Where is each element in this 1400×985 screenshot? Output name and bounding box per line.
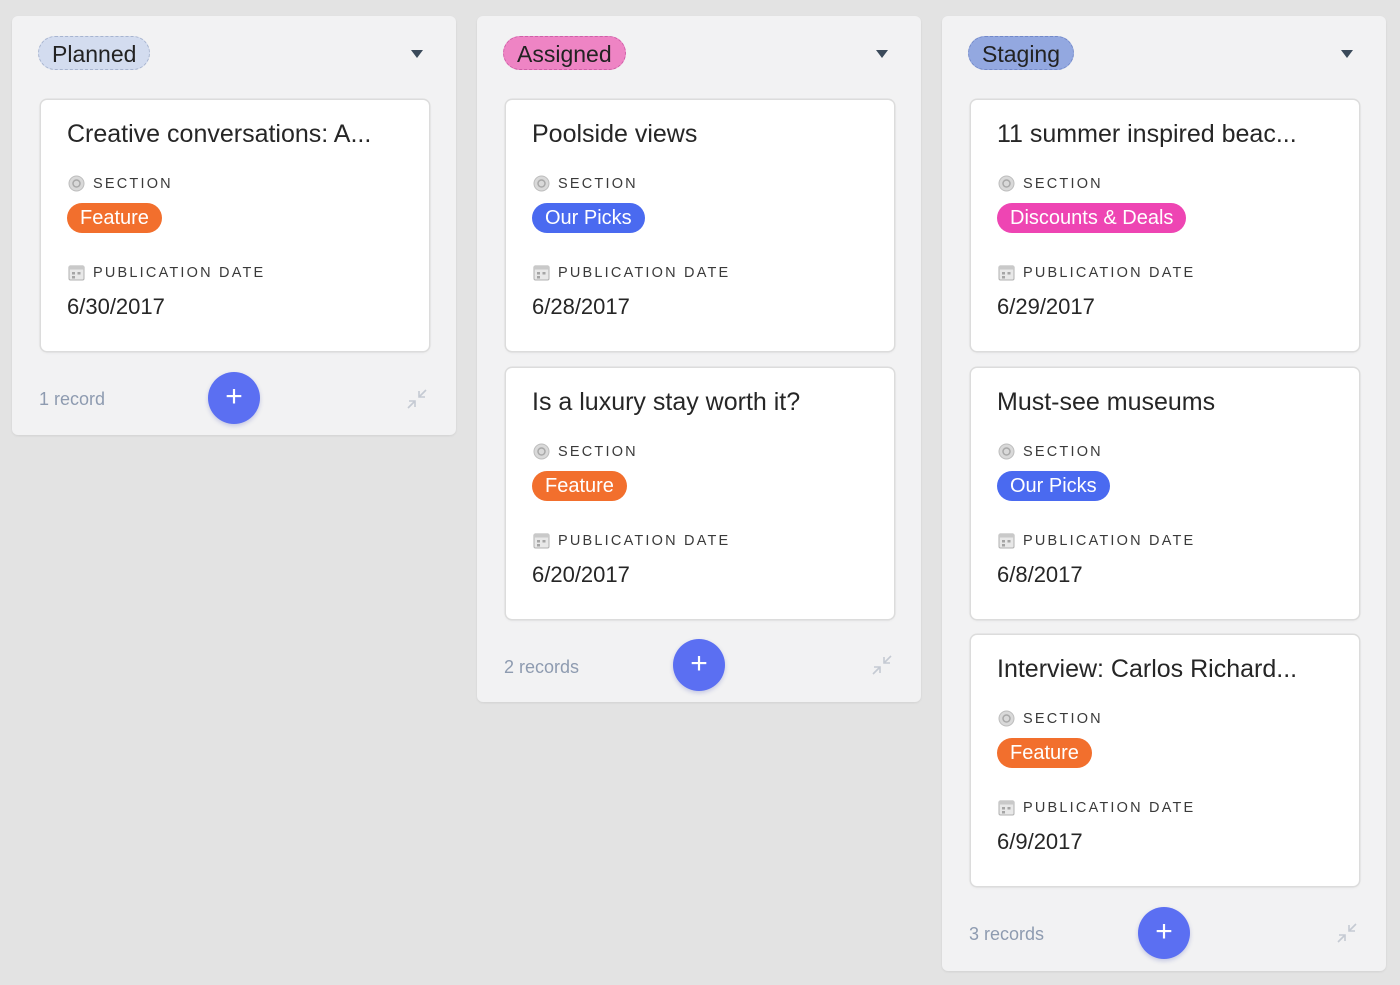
section-field-icon [998,443,1015,460]
section-label: SECTION [1023,711,1103,727]
publication-date-label: PUBLICATION DATE [1023,265,1196,281]
section-label: SECTION [1023,444,1103,460]
calendar-icon [998,800,1015,816]
record-card[interactable]: Is a luxury stay worth it? SECTION Featu… [506,368,894,619]
section-field-icon [998,710,1015,727]
add-record-button[interactable]: + [208,372,260,424]
section-tag: Feature [997,738,1092,768]
section-tag: Our Picks [997,471,1110,501]
record-card[interactable]: 11 summer inspired beac... SECTION Disco… [971,100,1359,351]
record-card[interactable]: Must-see museums SECTION Our Picks PUBLI… [971,368,1359,619]
calendar-icon [998,265,1015,281]
publication-date-label: PUBLICATION DATE [1023,533,1196,549]
add-record-button[interactable]: + [673,639,725,691]
record-card[interactable]: Poolside views SECTION Our Picks PUBLICA… [506,100,894,351]
column-header: Staging [942,16,1386,92]
collapse-icon[interactable] [406,388,428,410]
collapse-icon[interactable] [871,654,893,676]
publication-date-value: 6/29/2017 [997,294,1095,319]
chevron-down-icon[interactable] [875,48,889,60]
publication-date-value: 6/9/2017 [997,829,1083,854]
section-field-icon [533,175,550,192]
card-title: Interview: Carlos Richard... [997,655,1298,683]
record-count: 1 record [39,389,106,409]
calendar-icon [998,533,1015,549]
publication-date-label: PUBLICATION DATE [93,265,266,281]
calendar-icon [68,265,85,281]
publication-date-value: 6/28/2017 [532,294,630,319]
column-staging: Staging 11 summer inspired beac... SECTI… [942,16,1386,971]
collapse-icon[interactable] [1336,922,1358,944]
section-tag: Discounts & Deals [997,203,1187,233]
column-assigned: Assigned Poolside views SECTION Our Pick… [477,16,921,702]
add-record-button[interactable]: + [1138,907,1190,959]
publication-date-value: 6/30/2017 [67,294,165,319]
record-count: 2 records [504,657,580,677]
section-label: SECTION [1023,176,1103,192]
publication-date-label: PUBLICATION DATE [558,265,731,281]
card-title: 11 summer inspired beac... [997,120,1297,148]
column-planned: Planned Creative conversations: A... SEC… [12,16,456,435]
calendar-icon [533,265,550,281]
record-card[interactable]: Creative conversations: A... SECTION Fea… [41,100,429,351]
calendar-icon [533,533,550,549]
chevron-down-icon[interactable] [1340,48,1354,60]
section-label: SECTION [558,176,638,192]
card-title: Is a luxury stay worth it? [532,388,801,416]
card-title: Poolside views [532,120,698,148]
section-field-icon [68,175,85,192]
section-tag: Our Picks [532,203,645,233]
publication-date-label: PUBLICATION DATE [558,533,731,549]
section-tag: Feature [67,203,162,233]
kanban-board: Planned Creative conversations: A... SEC… [0,0,1400,985]
stage-pill-staging[interactable]: Staging [968,36,1075,70]
column-header: Assigned [477,16,921,92]
card-title: Must-see museums [997,388,1216,416]
publication-date-value: 6/8/2017 [997,562,1083,587]
section-label: SECTION [558,444,638,460]
column-header: Planned [12,16,456,92]
chevron-down-icon[interactable] [410,48,424,60]
stage-pill-planned[interactable]: Planned [38,36,151,70]
section-tag: Feature [532,471,627,501]
section-label: SECTION [93,176,173,192]
section-field-icon [998,175,1015,192]
record-card[interactable]: Interview: Carlos Richard... SECTION Fea… [971,635,1359,886]
publication-date-label: PUBLICATION DATE [1023,800,1196,816]
stage-pill-assigned[interactable]: Assigned [503,36,626,70]
publication-date-value: 6/20/2017 [532,562,630,587]
card-title: Creative conversations: A... [67,120,372,148]
section-field-icon [533,443,550,460]
record-count: 3 records [969,924,1045,944]
